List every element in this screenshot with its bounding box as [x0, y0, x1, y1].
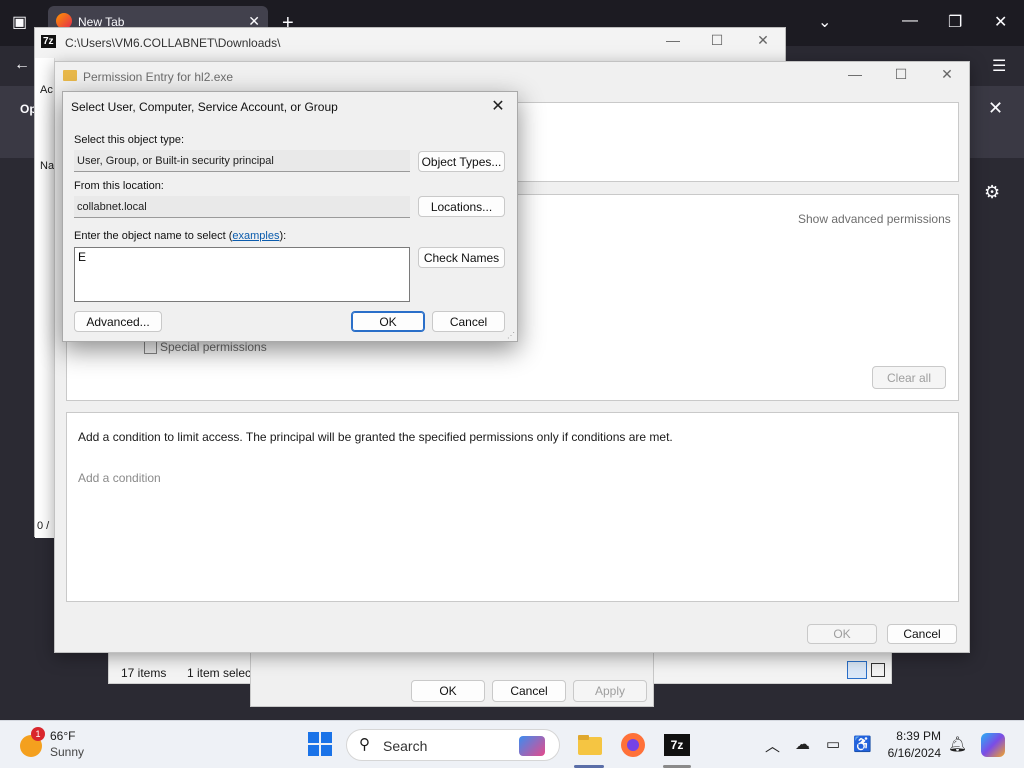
- weather-desc: Sunny: [50, 745, 85, 759]
- taskbar-search[interactable]: ⚲ Search: [346, 729, 560, 761]
- props-cancel-button[interactable]: Cancel: [492, 680, 566, 702]
- gear-icon[interactable]: ⚙: [984, 182, 1000, 203]
- permission-titlebar: Permission Entry for hl2.exe — ☐ ✕: [55, 62, 969, 92]
- resize-grip-icon[interactable]: ⋰: [507, 331, 515, 340]
- weather-widget[interactable]: 1 66°F Sunny: [8, 727, 98, 763]
- file-explorer-icon[interactable]: [576, 731, 604, 759]
- cancel-button[interactable]: Cancel: [432, 311, 505, 332]
- name-column-header[interactable]: Na: [40, 160, 54, 172]
- chevron-up-icon[interactable]: ︿: [765, 735, 780, 756]
- status-text: 0 /: [37, 520, 50, 532]
- details-view-icon[interactable]: [847, 661, 867, 679]
- special-permissions-checkbox[interactable]: [144, 341, 157, 354]
- weather-badge: 1: [31, 727, 45, 741]
- add-condition-link[interactable]: Add a condition: [78, 471, 161, 485]
- minimize-icon[interactable]: —: [653, 32, 693, 54]
- object-type-field: User, Group, or Built-in security princi…: [74, 150, 410, 172]
- folder-icon: [63, 70, 77, 81]
- tab-list-icon[interactable]: ▣: [12, 12, 27, 32]
- check-names-button[interactable]: Check Names: [418, 247, 505, 268]
- tiles-view-icon[interactable]: [871, 663, 885, 677]
- permission-title: Permission Entry for hl2.exe: [83, 70, 234, 84]
- object-type-label: Select this object type:: [74, 134, 185, 146]
- minimize-icon[interactable]: —: [902, 12, 918, 30]
- examples-link[interactable]: examples: [232, 230, 279, 242]
- close-icon[interactable]: ✕: [485, 96, 511, 118]
- restore-icon[interactable]: ❐: [948, 12, 962, 32]
- search-highlight-icon: [519, 736, 545, 756]
- copilot-icon[interactable]: [981, 733, 1005, 757]
- selection-count: 1 item selec: [187, 666, 252, 680]
- accessibility-icon[interactable]: ♿: [853, 735, 872, 753]
- clock-time[interactable]: 8:39 PM: [885, 729, 941, 743]
- object-types-button[interactable]: Object Types...: [418, 151, 505, 172]
- 7zip-icon-label: 7z: [664, 734, 690, 756]
- maximize-icon[interactable]: ☐: [881, 66, 921, 88]
- close-icon[interactable]: ✕: [927, 66, 967, 88]
- advanced-button[interactable]: Advanced...: [74, 311, 162, 332]
- ok-button[interactable]: OK: [351, 311, 425, 332]
- properties-window: OK Cancel Apply: [250, 649, 654, 707]
- conditions-panel: Add a condition to limit access. The pri…: [66, 412, 959, 602]
- windows-start-icon[interactable]: [307, 731, 335, 759]
- weather-temp: 66°F: [50, 729, 76, 743]
- notification-bell-icon[interactable]: 🔔︎: [948, 735, 967, 753]
- 7zip-icon: 7z: [41, 35, 56, 48]
- chevron-down-icon[interactable]: ⌄: [818, 12, 831, 32]
- display-icon[interactable]: ▭: [826, 735, 840, 753]
- network-off-icon[interactable]: ☁: [795, 735, 810, 753]
- firefox-icon[interactable]: [619, 731, 647, 759]
- 7zip-title: C:\Users\VM6.COLLABNET\Downloads\: [65, 36, 281, 50]
- location-field: collabnet.local: [74, 196, 410, 218]
- clear-all-button[interactable]: Clear all: [872, 366, 946, 389]
- 7zip-titlebar: 7z C:\Users\VM6.COLLABNET\Downloads\ — ☐…: [35, 28, 785, 58]
- props-apply-button[interactable]: Apply: [573, 680, 647, 702]
- show-advanced-permissions-link[interactable]: Show advanced permissions: [798, 212, 951, 226]
- taskbar: 1 66°F Sunny ⚲ Search 7z ︿ ☁ ▭ ♿ 8:39 PM…: [0, 720, 1024, 768]
- minimize-icon[interactable]: —: [835, 66, 875, 88]
- back-arrow-icon[interactable]: ←: [14, 56, 30, 74]
- location-label: From this location:: [74, 180, 164, 192]
- maximize-icon[interactable]: ☐: [697, 32, 737, 54]
- menu-icon[interactable]: ☰: [992, 56, 1006, 76]
- close-icon[interactable]: ✕: [743, 32, 783, 54]
- 7zip-taskbar-icon[interactable]: 7z: [663, 731, 691, 759]
- dialog-title: Select User, Computer, Service Account, …: [71, 100, 338, 114]
- clock-date[interactable]: 6/16/2024: [880, 746, 941, 760]
- permission-cancel-button[interactable]: Cancel: [887, 624, 957, 644]
- toolbar-label: Ac: [40, 84, 53, 96]
- locations-button[interactable]: Locations...: [418, 196, 505, 217]
- condition-description: Add a condition to limit access. The pri…: [78, 430, 673, 444]
- banner-close-icon[interactable]: ✕: [988, 98, 1003, 119]
- props-ok-button[interactable]: OK: [411, 680, 485, 702]
- select-user-dialog: Select User, Computer, Service Account, …: [62, 91, 518, 342]
- special-permissions-label: Special permissions: [160, 340, 267, 354]
- enter-name-label: Enter the object name to select (example…: [74, 230, 287, 242]
- items-count: 17 items: [121, 666, 167, 680]
- permission-ok-button[interactable]: OK: [807, 624, 877, 644]
- close-icon[interactable]: ✕: [994, 12, 1007, 32]
- 7zip-file-list-edge: Ac Na 0 /: [35, 58, 55, 538]
- object-name-input[interactable]: [74, 247, 410, 302]
- search-label: Search: [383, 738, 428, 754]
- search-icon: ⚲: [359, 736, 370, 753]
